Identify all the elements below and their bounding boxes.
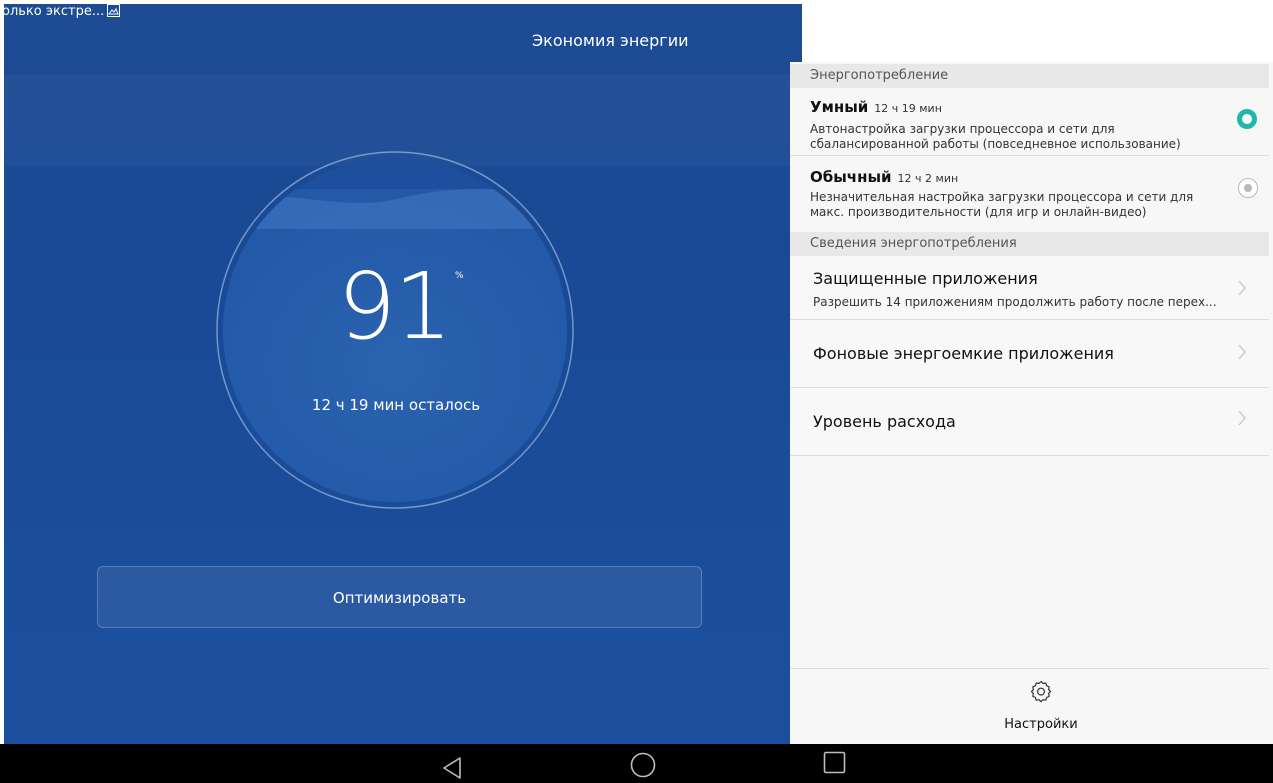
system-navigation-bar [0,744,1273,783]
chevron-right-icon [1238,344,1246,360]
back-triangle-icon[interactable] [438,751,466,779]
mode-smart[interactable]: Умный 12 ч 19 мин Автонастройка загрузки … [790,88,1269,156]
details-section-header: Сведения энергопотребления [790,232,1269,256]
image-icon [107,4,120,17]
consumption-level-title: Уровень расхода [813,412,956,431]
background-apps-title: Фоновые энергоемкие приложения [813,344,1114,363]
screen: олько экстре... Экономия энергии 91 % 12… [0,0,1273,783]
consumption-level-item[interactable]: Уровень расхода [790,388,1269,456]
mode-normal-title: Обычный 12 ч 2 мин [810,168,958,186]
mode-normal[interactable]: Обычный 12 ч 2 мин Незначительная настрой… [790,156,1269,224]
mode-smart-title: Умный 12 ч 19 мин [810,98,942,116]
protected-apps-subtitle: Разрешить 14 приложениям продолжить рабо… [813,295,1217,309]
mode-normal-time: 12 ч 2 мин [897,172,959,185]
chevron-right-icon [1238,410,1246,426]
mode-normal-radio[interactable] [1238,178,1258,198]
battery-percent-sign: % [455,271,464,281]
settings-button[interactable]: Настройки [790,668,1269,744]
settings-panel: Энергопотребление Умный 12 ч 19 мин Автон… [790,62,1273,744]
page-title: Экономия энергии [532,31,689,50]
mode-smart-description: Автонастройка загрузки процессора и сети… [810,122,1181,151]
mode-smart-label: Умный [810,98,869,116]
mode-normal-description: Незначительная настройка загрузки процес… [810,190,1194,219]
background-apps-item[interactable]: Фоновые энергоемкие приложения [790,320,1269,388]
home-circle-icon[interactable] [629,751,657,779]
recents-square-icon[interactable] [821,749,849,777]
gear-icon [1030,680,1052,703]
optimize-button[interactable]: Оптимизировать [97,566,702,628]
chevron-right-icon [1238,280,1246,296]
settings-label: Настройки [1004,717,1078,732]
battery-percent: 91 [337,253,452,360]
status-notification-text: олько экстре... [2,4,105,19]
protected-apps-item[interactable]: Защищенные приложения Разрешить 14 прило… [790,256,1269,320]
power-section-header: Энергопотребление [790,64,1269,88]
mode-smart-radio[interactable] [1237,109,1257,129]
mode-normal-label: Обычный [810,168,892,186]
battery-time-remaining: 12 ч 19 мин осталось [311,396,481,414]
protected-apps-title: Защищенные приложения [813,269,1038,288]
mode-smart-time: 12 ч 19 мин [874,102,942,115]
